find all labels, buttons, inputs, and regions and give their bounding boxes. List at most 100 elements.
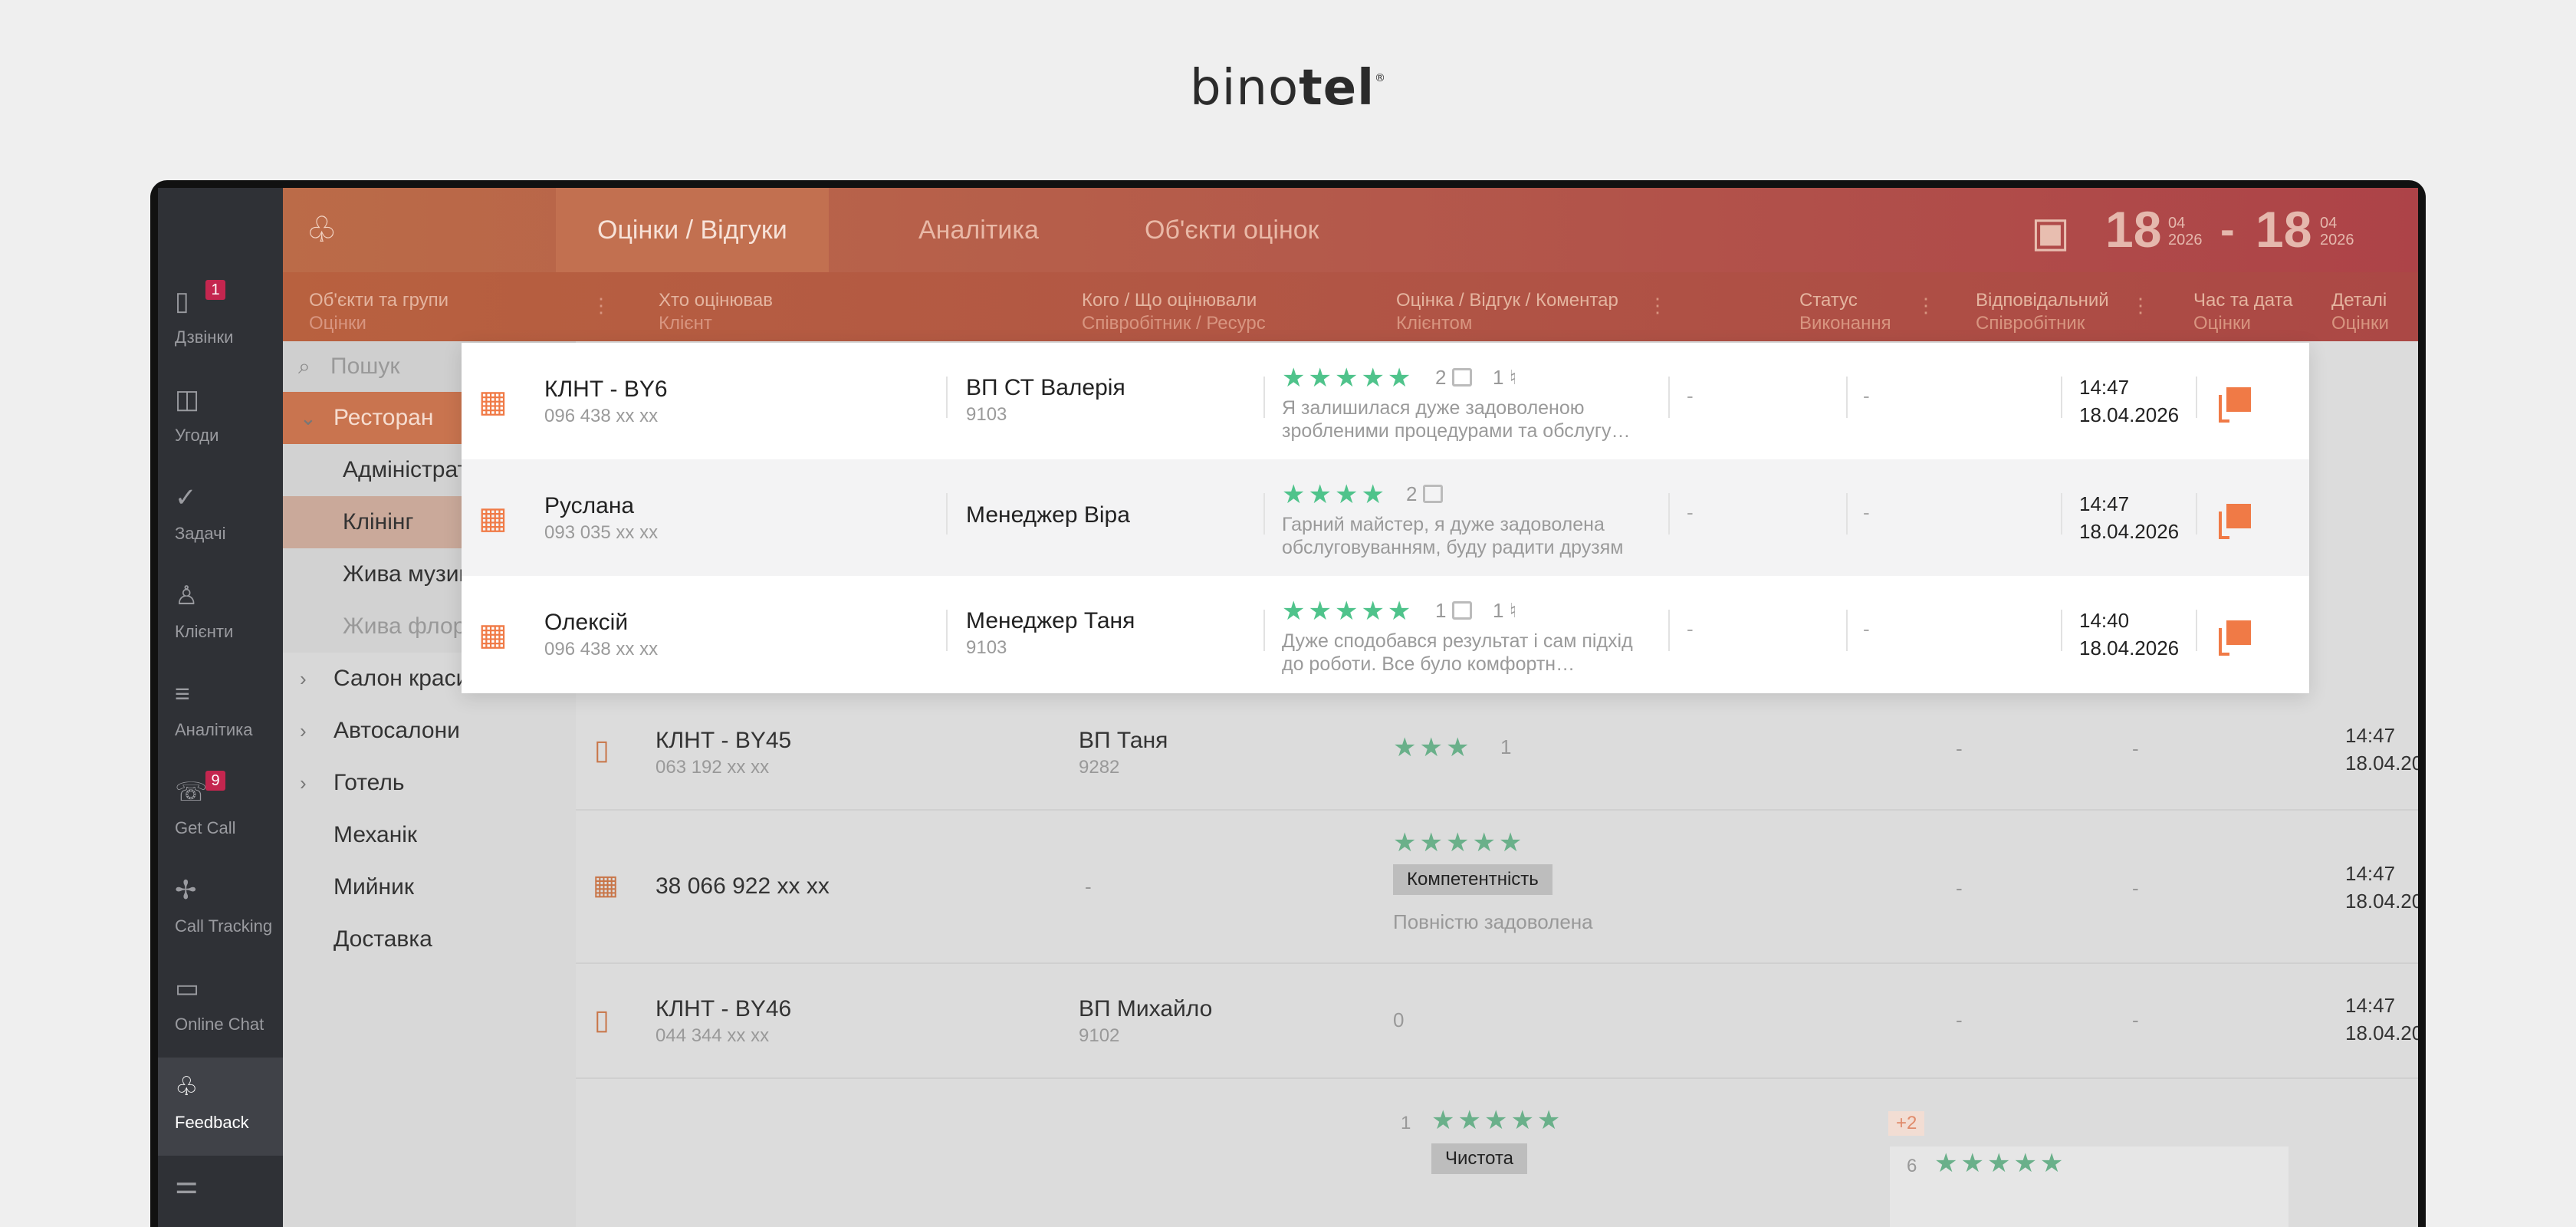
col-objects: Об'єкти та групи Оцінки bbox=[309, 290, 449, 334]
divider bbox=[946, 377, 948, 418]
table-row[interactable]: ▯ КЛНТ - BY46 044 344 xx xx ВП Михайло 9… bbox=[576, 964, 2418, 1079]
date-from-day: 18 bbox=[2105, 201, 2162, 258]
rating-date: 18.04.2026 bbox=[2345, 1021, 2418, 1044]
top-bar: ♧ Оцінки / Відгуки Аналітика Об'єкти оці… bbox=[283, 188, 2418, 272]
sidebar-item-feedback[interactable]: ♧ Feedback bbox=[158, 1058, 283, 1156]
col-menu-icon[interactable]: ⋮ bbox=[1648, 294, 1668, 317]
sidebar-item-tasks[interactable]: ✓ Задачі bbox=[158, 469, 283, 567]
sidebar-item-getcall[interactable]: ☏ 9 Get Call bbox=[158, 763, 283, 861]
col-details: Деталі Оцінки bbox=[2331, 290, 2389, 334]
divider bbox=[1846, 610, 1848, 651]
rating-date: 18.04.2026 bbox=[2345, 752, 2418, 775]
group-item[interactable]: Мийник bbox=[283, 861, 576, 913]
status-value: - bbox=[1956, 877, 1963, 900]
group-item[interactable]: Доставка bbox=[283, 913, 576, 965]
clients-icon: ♙ bbox=[175, 581, 199, 610]
sidebar-item-label: Угоди bbox=[175, 426, 219, 445]
sidebar-item-calls[interactable]: ▯ 1 Дзвінки bbox=[158, 272, 283, 370]
client-phone: 044 344 xx xx bbox=[656, 1025, 770, 1046]
divider bbox=[1846, 493, 1848, 535]
table-row[interactable]: ▦ 38 066 922 xx xx - ★★★★★ Компетентніст… bbox=[576, 811, 2418, 964]
image-icon bbox=[1452, 368, 1473, 387]
rating-comment: Гарний майстер, я дуже задоволена обслуг… bbox=[1282, 514, 1624, 558]
col-whom: Кого / Що оцінювали Співробітник / Ресурс bbox=[1082, 290, 1266, 334]
sidebar-item-analytics[interactable]: ≡ Аналітика bbox=[158, 665, 283, 763]
col-menu-icon[interactable]: ⋮ bbox=[2131, 294, 2150, 317]
rating-time: 14:47 18.04.2026 bbox=[2079, 492, 2180, 543]
date-range[interactable]: 18 04 2026 - 18 04 2026 bbox=[2105, 199, 2397, 260]
date-from-month: 04 bbox=[2168, 215, 2186, 232]
mic-icon: ♮ bbox=[1503, 599, 1516, 622]
group-item[interactable]: › Автосалони bbox=[283, 705, 576, 757]
sidebar-item-deals[interactable]: ◫ Угоди bbox=[158, 370, 283, 469]
feedback-icon: ♧ bbox=[175, 1072, 199, 1101]
client-phone: 096 438 xx xx bbox=[544, 639, 659, 660]
image-icon bbox=[1452, 601, 1473, 620]
employee-name: Менеджер Віра bbox=[966, 502, 1130, 528]
col-menu-icon[interactable]: ⋮ bbox=[591, 294, 611, 317]
voice-count: 1 ♮ bbox=[1493, 366, 1516, 389]
divider bbox=[1668, 610, 1670, 651]
divider bbox=[2196, 377, 2197, 418]
status-value: - bbox=[1687, 617, 1694, 640]
sidebar-item-settings[interactable]: ⚌ bbox=[158, 1156, 283, 1227]
calendar-icon[interactable]: ▣ bbox=[2031, 208, 2070, 256]
sidebar-item-label: Get Call bbox=[175, 818, 236, 837]
rating-stars: ★★★★★ bbox=[1934, 1149, 2067, 1178]
col-who: Хто оцінював Клієнт bbox=[659, 290, 774, 334]
chat-icon: ▭ bbox=[175, 974, 200, 1003]
table-row[interactable]: ▯ КЛНТ - BY45 063 192 xx xx ВП Таня 9282… bbox=[576, 694, 2418, 811]
details-icon[interactable] bbox=[2219, 504, 2251, 539]
col-menu-icon[interactable]: ⋮ bbox=[1916, 294, 1936, 317]
rating-date: 18.04.2026 bbox=[2345, 890, 2418, 913]
chevron-down-icon: ⌄ bbox=[300, 406, 317, 429]
qr-icon: ▦ bbox=[478, 502, 508, 535]
employee-name: Менеджер Таня bbox=[966, 608, 1135, 633]
group-item[interactable]: › Готель bbox=[283, 757, 576, 809]
sidebar-item-chat[interactable]: ▭ Online Chat bbox=[158, 959, 283, 1058]
popup-row[interactable]: ▦ Олексій 096 438 xx xx Менеджер Таня 91… bbox=[462, 576, 2309, 692]
divider bbox=[2061, 610, 2062, 651]
responsible-value: - bbox=[2132, 737, 2139, 760]
date-to-day: 18 bbox=[2256, 201, 2312, 258]
calls-icon: ▯ bbox=[175, 287, 189, 316]
divider bbox=[2196, 610, 2197, 651]
sidebar-item-clients[interactable]: ♙ Клієнти bbox=[158, 567, 283, 665]
details-icon[interactable] bbox=[2219, 620, 2251, 656]
divider bbox=[1846, 377, 1848, 418]
divider bbox=[946, 493, 948, 535]
tab-ratings[interactable]: Оцінки / Відгуки bbox=[556, 188, 829, 272]
popup-row[interactable]: ▦ Руслана 093 035 xx xx Менеджер Віра ★★… bbox=[462, 459, 2309, 576]
divider bbox=[1263, 377, 1265, 418]
rating-stars: ★★★★ bbox=[1282, 480, 1388, 509]
details-icon[interactable] bbox=[2219, 387, 2251, 423]
chevron-right-icon: › bbox=[300, 667, 307, 690]
group-item[interactable]: Механік bbox=[283, 809, 576, 861]
sidebar-item-calltracking[interactable]: ✢ Call Tracking bbox=[158, 861, 283, 959]
analytics-icon: ≡ bbox=[175, 679, 190, 709]
tab-analytics[interactable]: Аналітика bbox=[877, 188, 1080, 272]
client-name: Руслана bbox=[544, 493, 635, 518]
responsible-value: - bbox=[2132, 1008, 2139, 1031]
rating-stars: ★★★★★ bbox=[1282, 363, 1414, 393]
divider bbox=[1668, 493, 1670, 535]
status-value: - bbox=[1687, 384, 1694, 407]
divider bbox=[2061, 493, 2062, 535]
phone-icon: ▯ bbox=[594, 1004, 610, 1035]
responsible-value: - bbox=[1863, 617, 1870, 640]
table-row[interactable]: 1 ★★★★★ Чистота +2 6 ★★★★★ bbox=[576, 1079, 2418, 1227]
app-screen: ▯ 1 Дзвінки ◫ Угоди ✓ Задачі ♙ Клієнти ≡… bbox=[158, 188, 2418, 1227]
sidebar-item-label: Клієнти bbox=[175, 622, 234, 641]
calls-badge: 1 bbox=[205, 280, 225, 300]
date-to-year: 2026 bbox=[2320, 232, 2354, 248]
status-value: - bbox=[1956, 737, 1963, 760]
rating-comment: Повністю задоволена bbox=[1393, 910, 1593, 933]
employee-id: 9103 bbox=[966, 404, 1007, 425]
popup-row[interactable]: ▦ КЛНТ - BY6 096 438 xx xx ВП СТ Валерія… bbox=[462, 343, 2309, 459]
rating-time: 14:47 18.04.2026 bbox=[2079, 376, 2180, 426]
voice-count: 1 ♮ bbox=[1493, 599, 1516, 622]
rating-stars: ★★★★★ bbox=[1282, 597, 1414, 626]
tab-rating-objects[interactable]: Об'єкти оцінок bbox=[1103, 188, 1361, 272]
employee-name: ВП Таня bbox=[1079, 728, 1168, 753]
more-badge[interactable]: +2 bbox=[1888, 1111, 1925, 1136]
